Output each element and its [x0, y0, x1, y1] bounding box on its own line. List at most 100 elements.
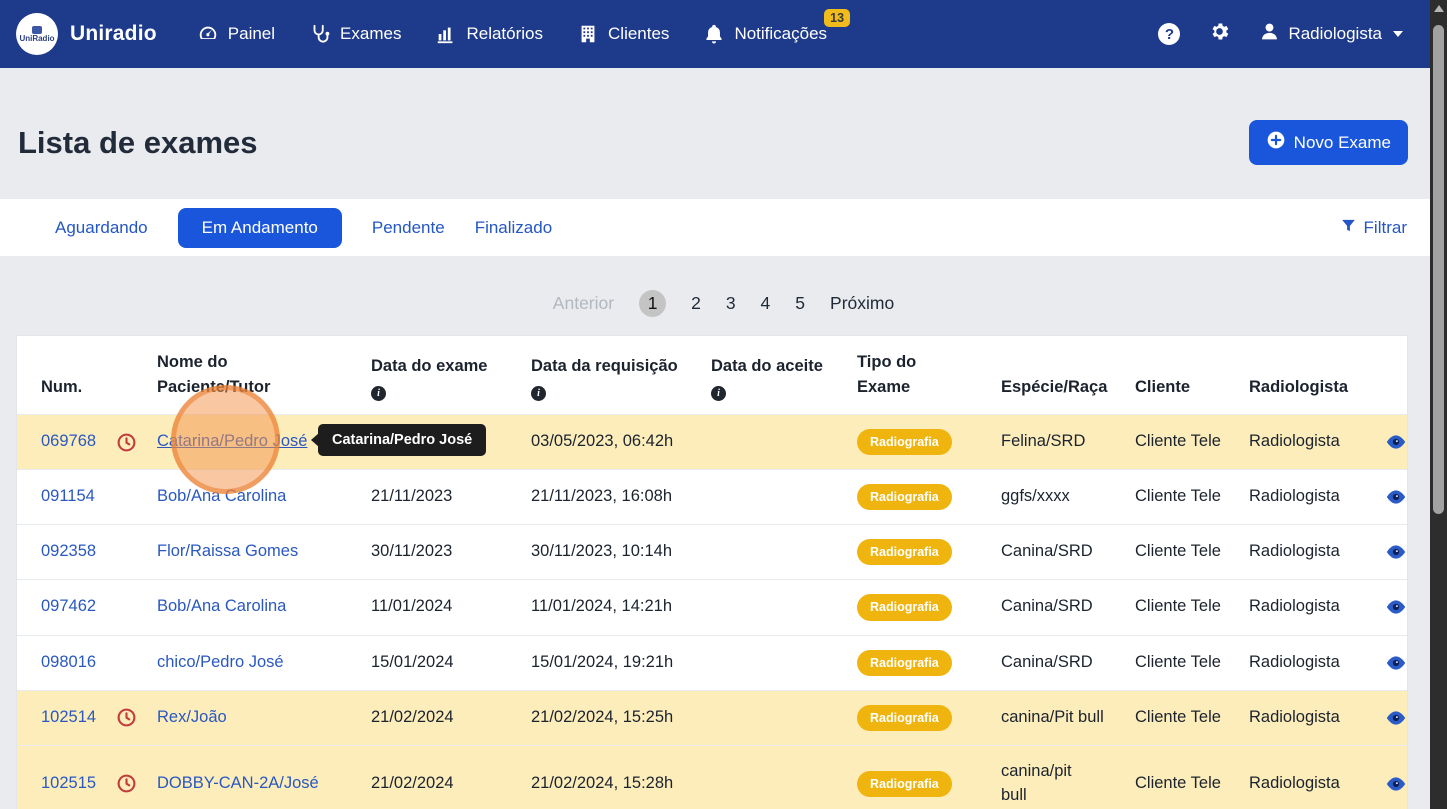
cell-actions: [1382, 470, 1409, 524]
cell-radiologist: Radiologista: [1249, 415, 1382, 469]
user-menu[interactable]: Radiologista: [1259, 21, 1403, 47]
exam-type-badge: Radiografia: [857, 539, 952, 565]
new-exam-button[interactable]: Novo Exame: [1249, 120, 1408, 165]
cell-patient-name: Bob/Ana Carolina: [157, 580, 371, 634]
table-row: 102514 Rex/João 21/02/2024 21/02/2024, 1…: [17, 690, 1407, 745]
cell-alert: [116, 470, 157, 524]
nav-label-clientes: Clientes: [608, 24, 669, 44]
info-icon[interactable]: [371, 386, 386, 401]
cell-radiologist: Radiologista: [1249, 691, 1382, 745]
tab-em-andamento[interactable]: Em Andamento: [178, 208, 342, 248]
view-exam-icon[interactable]: [1385, 431, 1407, 453]
table-row: 091154 Bob/Ana Carolina 21/11/2023 21/11…: [17, 469, 1407, 524]
cell-alert: [116, 415, 157, 469]
exam-number-link[interactable]: 102514: [41, 706, 96, 730]
stethoscope-icon: [309, 23, 331, 45]
tab-pendente[interactable]: Pendente: [372, 208, 445, 248]
patient-name-link[interactable]: Rex/João: [157, 706, 227, 730]
cell-client: Cliente Tele: [1135, 470, 1249, 524]
info-icon[interactable]: [531, 386, 546, 401]
nav-item-relatorios[interactable]: Relatórios: [435, 23, 543, 45]
exam-type-badge: Radiografia: [857, 650, 952, 676]
pagination-page-2[interactable]: 2: [691, 293, 701, 314]
nav-label-notificacoes: Notificações: [734, 24, 827, 44]
table-row: 102515 DOBBY-CAN-2A/José 21/02/2024 21/0…: [17, 745, 1407, 809]
pagination-prev[interactable]: Anterior: [553, 293, 614, 314]
patient-name-link[interactable]: Bob/Ana Carolina: [157, 595, 286, 619]
exam-number-link[interactable]: 069768: [41, 430, 96, 454]
table-body: 069768 Catarina/Pedro José 03/05/2023, 0…: [17, 414, 1407, 809]
patient-name-link[interactable]: Bob/Ana Carolina: [157, 485, 286, 509]
view-exam-icon[interactable]: [1385, 652, 1407, 674]
cell-exam-number: 102515: [17, 746, 116, 809]
cell-exam-number: 091154: [17, 470, 116, 524]
pagination-page-4[interactable]: 4: [761, 293, 771, 314]
cell-request-date: 21/11/2023, 16:08h: [531, 470, 711, 524]
patient-name-link[interactable]: Flor/Raissa Gomes: [157, 540, 298, 564]
nav-item-notificacoes[interactable]: Notificações 13: [703, 23, 827, 45]
patient-name-link[interactable]: DOBBY-CAN-2A/José: [157, 772, 319, 796]
tab-finalizado[interactable]: Finalizado: [475, 208, 553, 248]
cell-radiologist: Radiologista: [1249, 470, 1382, 524]
pagination-next[interactable]: Próximo: [830, 293, 894, 314]
exam-number-link[interactable]: 102515: [41, 772, 96, 796]
cell-accept-date: [711, 525, 857, 579]
cell-alert: [116, 746, 157, 809]
view-exam-icon[interactable]: [1385, 486, 1407, 508]
table-row: 092358 Flor/Raissa Gomes 30/11/2023 30/1…: [17, 524, 1407, 579]
cell-species: canina/pit bull: [1001, 746, 1135, 809]
tab-aguardando[interactable]: Aguardando: [55, 208, 148, 248]
filter-button[interactable]: Filtrar: [1340, 217, 1407, 239]
cell-alert: [116, 525, 157, 579]
cell-alert: [116, 580, 157, 634]
pagination-page-1[interactable]: 1: [639, 290, 666, 317]
exam-number-link[interactable]: 097462: [41, 595, 96, 619]
nav-label-painel: Painel: [228, 24, 275, 44]
nav-item-clientes[interactable]: Clientes: [577, 23, 669, 45]
col-header-radiologist: Radiologista: [1249, 336, 1382, 414]
exam-number-link[interactable]: 091154: [41, 485, 95, 509]
cell-accept-date: [711, 470, 857, 524]
cell-actions: [1382, 415, 1409, 469]
navbar-right: Radiologista: [1158, 20, 1403, 48]
vertical-scrollbar[interactable]: [1430, 0, 1447, 809]
pagination-page-5[interactable]: 5: [795, 293, 805, 314]
bar-chart-icon: [435, 23, 457, 45]
nav-item-painel[interactable]: Painel: [197, 23, 275, 45]
cell-patient-name: Flor/Raissa Gomes: [157, 525, 371, 579]
pagination-page-3[interactable]: 3: [726, 293, 736, 314]
brand[interactable]: UniRadio Uniradio: [16, 13, 157, 55]
scrollbar-up-arrow-icon[interactable]: [1430, 0, 1447, 17]
exam-number-link[interactable]: 098016: [41, 651, 96, 675]
scrollbar-thumb[interactable]: [1433, 25, 1444, 514]
gear-icon[interactable]: [1208, 20, 1231, 48]
nav-menu: Painel Exames Relatórios Clientes Notifi…: [197, 23, 827, 45]
new-exam-label: Novo Exame: [1294, 133, 1391, 153]
pagination: Anterior 1 2 3 4 5 Próximo: [0, 290, 1447, 317]
cell-exam-number: 069768: [17, 415, 116, 469]
patient-name-link[interactable]: chico/Pedro José: [157, 651, 284, 675]
circle-question-icon[interactable]: [1158, 23, 1180, 45]
cell-exam-date: 21/11/2023: [371, 470, 531, 524]
overdue-clock-icon: [116, 707, 137, 728]
nav-item-exames[interactable]: Exames: [309, 23, 401, 45]
cell-request-date: 11/01/2024, 14:21h: [531, 580, 711, 634]
info-icon[interactable]: [711, 386, 726, 401]
patient-name-tooltip: Catarina/Pedro José: [318, 424, 486, 456]
view-exam-icon[interactable]: [1385, 541, 1407, 563]
cell-exam-type: Radiografia: [857, 636, 1001, 690]
cell-actions: [1382, 580, 1409, 634]
patient-name-link[interactable]: Catarina/Pedro José: [157, 430, 307, 454]
view-exam-icon[interactable]: [1385, 707, 1407, 729]
exam-number-link[interactable]: 092358: [41, 540, 96, 564]
col-header-name: Nome do Paciente/Tutor: [157, 336, 371, 414]
exam-table: Num. Nome do Paciente/Tutor Data do exam…: [16, 335, 1408, 809]
cell-request-date: 15/01/2024, 19:21h: [531, 636, 711, 690]
table-header: Num. Nome do Paciente/Tutor Data do exam…: [17, 336, 1407, 414]
col-header-type: Tipo do Exame: [857, 336, 1001, 414]
cell-actions: [1382, 636, 1409, 690]
col-header-alert: [116, 336, 157, 414]
overdue-clock-icon: [116, 432, 137, 453]
view-exam-icon[interactable]: [1385, 773, 1407, 795]
view-exam-icon[interactable]: [1385, 596, 1407, 618]
